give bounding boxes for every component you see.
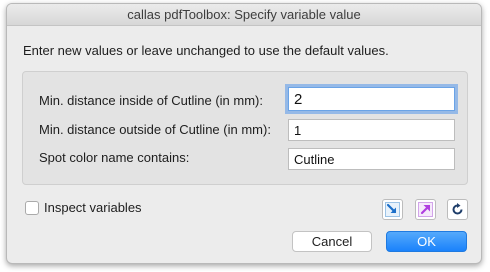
dialog-window: callas pdfToolbox: Specify variable valu… [6, 3, 482, 264]
instruction-text: Enter new values or leave unchanged to u… [23, 43, 389, 58]
import-button[interactable] [382, 199, 403, 220]
ok-button[interactable]: OK [386, 231, 467, 252]
min-outside-label: Min. distance outside of Cutline (in mm)… [39, 122, 271, 137]
spot-color-input[interactable] [288, 148, 455, 170]
reset-icon [452, 203, 463, 215]
inspect-variables-label[interactable]: Inspect variables [44, 200, 142, 215]
reset-button[interactable] [447, 199, 468, 220]
inspect-variables-option[interactable]: Inspect variables [25, 200, 142, 215]
export-button[interactable] [415, 199, 436, 220]
window-title: callas pdfToolbox: Specify variable valu… [7, 4, 481, 26]
inspect-variables-checkbox[interactable] [25, 200, 39, 215]
export-arrow-icon [418, 202, 433, 217]
min-inside-label: Min. distance inside of Cutline (in mm): [39, 93, 263, 108]
spot-color-label: Spot color name contains: [39, 150, 190, 165]
min-inside-input[interactable] [288, 87, 455, 111]
variables-group: Min. distance inside of Cutline (in mm):… [22, 71, 468, 185]
import-arrow-icon [385, 202, 400, 217]
min-outside-input[interactable] [288, 119, 455, 141]
cancel-button[interactable]: Cancel [292, 231, 372, 252]
